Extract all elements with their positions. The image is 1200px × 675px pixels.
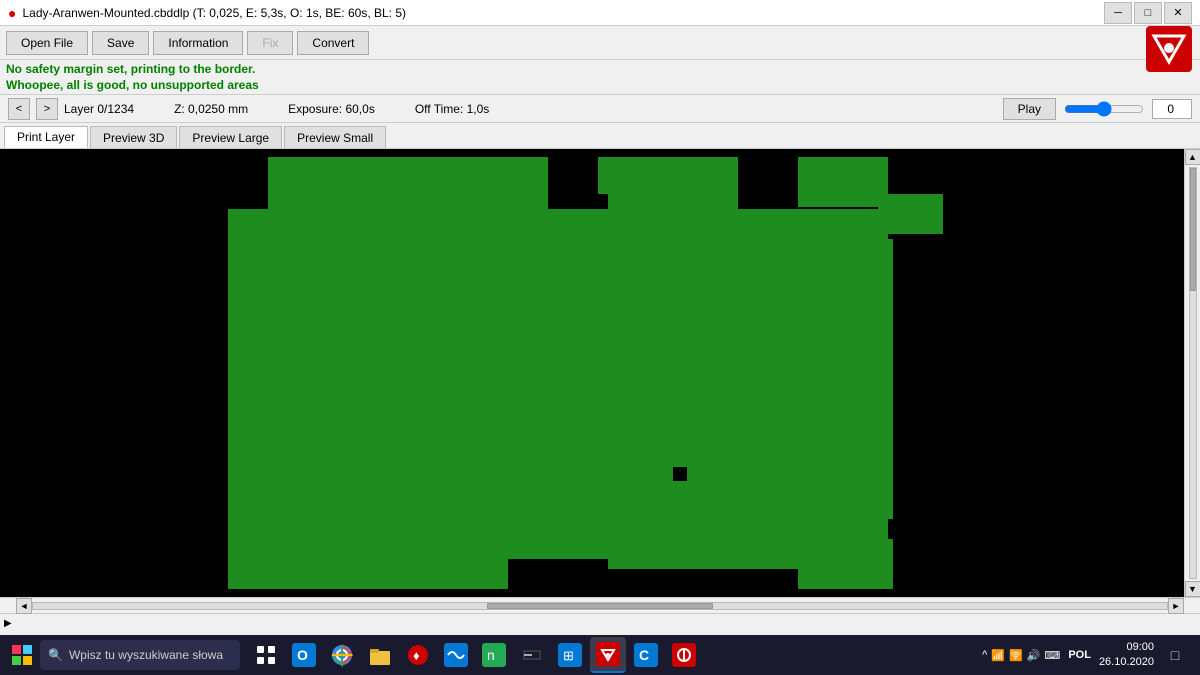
open-file-button[interactable]: Open File: [6, 31, 88, 55]
h-scroll-thumb[interactable]: [487, 603, 714, 609]
toolbar: Open File Save Information Fix Convert: [0, 26, 1200, 60]
layer-prev-button[interactable]: <: [8, 98, 30, 120]
h-scroll-track[interactable]: [32, 602, 1168, 610]
scroll-left-arrow[interactable]: ◄: [16, 598, 32, 614]
layer-label: Layer 0/1234: [64, 102, 134, 116]
layer-svg-precise: [0, 149, 1184, 597]
layer-slider[interactable]: [1064, 101, 1144, 117]
notification-button[interactable]: □: [1162, 642, 1188, 668]
app10-taskbar[interactable]: [590, 637, 626, 673]
convert-button[interactable]: Convert: [297, 31, 369, 55]
window-title: Lady-Aranwen-Mounted.cbddlp (T: 0,025, E…: [22, 6, 406, 20]
language-badge[interactable]: POL: [1068, 649, 1091, 661]
minimize-button[interactable]: ─: [1104, 2, 1132, 24]
save-button[interactable]: Save: [92, 31, 149, 55]
chrome-app[interactable]: [324, 637, 360, 673]
app8-taskbar[interactable]: [514, 637, 550, 673]
explorer-app[interactable]: [362, 637, 398, 673]
taskbar-search[interactable]: 🔍 Wpisz tu wyszukiwane słowa: [40, 640, 240, 670]
layer-next-button[interactable]: >: [36, 98, 58, 120]
information-button[interactable]: Information: [153, 31, 243, 55]
app5-taskbar[interactable]: ♦: [400, 637, 436, 673]
info-bar: No safety margin set, printing to the bo…: [0, 60, 1200, 95]
fix-button[interactable]: Fix: [247, 31, 293, 55]
scroll-up-arrow[interactable]: ▲: [1185, 149, 1200, 165]
app-icon: ●: [8, 5, 16, 21]
chevron-icon[interactable]: ^: [982, 649, 987, 661]
horizontal-scrollbar[interactable]: ◄ ►: [0, 597, 1200, 613]
app12-taskbar[interactable]: [666, 637, 702, 673]
layer-exposure: Exposure: 60,0s: [288, 102, 375, 116]
info-line-2: Whoopee, all is good, no unsupported are…: [6, 78, 1140, 92]
scroll-right-arrow[interactable]: ►: [1168, 598, 1184, 614]
tab-preview-small[interactable]: Preview Small: [284, 126, 386, 148]
taskview-button[interactable]: [248, 637, 284, 673]
tab-preview-large[interactable]: Preview Large: [179, 126, 282, 148]
app7-taskbar[interactable]: n: [476, 637, 512, 673]
volume-icon[interactable]: 🔊: [1027, 649, 1041, 662]
taskbar: 🔍 Wpisz tu wyszukiwane słowa O: [0, 635, 1200, 675]
app9-taskbar[interactable]: ⊞: [552, 637, 588, 673]
v-scroll-track[interactable]: [1189, 167, 1197, 579]
taskbar-apps: O ♦: [248, 637, 702, 673]
bottom-strip: ▶: [0, 613, 1200, 633]
search-text: Wpisz tu wyszukiwane słowa: [69, 648, 223, 662]
window-controls: ─ □ ✕: [1104, 2, 1192, 24]
outlook-app[interactable]: O: [286, 637, 322, 673]
svg-text:C: C: [639, 647, 649, 663]
taskbar-clock[interactable]: 09:00 26.10.2020: [1099, 640, 1154, 671]
keyboard-icon[interactable]: ⌨: [1044, 649, 1060, 662]
tabs: Print Layer Preview 3D Preview Large Pre…: [0, 123, 1200, 149]
v-scroll-thumb[interactable]: [1190, 168, 1196, 291]
maximize-button[interactable]: □: [1134, 2, 1162, 24]
taskbar-system-tray: ^ 📶 🛜 🔊 ⌨ POL 09:00 26.10.2020 □: [982, 640, 1196, 671]
layer-number-input[interactable]: [1152, 99, 1192, 119]
info-line-1: No safety margin set, printing to the bo…: [6, 62, 1140, 76]
app6-taskbar[interactable]: [438, 637, 474, 673]
close-button[interactable]: ✕: [1164, 2, 1192, 24]
vertical-scrollbar[interactable]: ▲ ▼: [1184, 149, 1200, 597]
brand-logo: [1146, 26, 1192, 72]
tab-print-layer[interactable]: Print Layer: [4, 126, 88, 148]
svg-text:O: O: [297, 647, 308, 663]
svg-text:♦: ♦: [413, 648, 420, 663]
clock-time: 09:00: [1099, 640, 1154, 655]
layer-z: Z: 0,0250 mm: [174, 102, 248, 116]
title-bar: ● Lady-Aranwen-Mounted.cbddlp (T: 0,025,…: [0, 0, 1200, 26]
system-icons: ^ 📶 🛜 🔊 ⌨: [982, 649, 1060, 662]
search-icon: 🔍: [48, 648, 63, 662]
app11-taskbar[interactable]: C: [628, 637, 664, 673]
svg-text:⊞: ⊞: [563, 648, 574, 663]
play-button[interactable]: Play: [1003, 98, 1056, 120]
bottom-arrow[interactable]: ▶: [4, 618, 12, 629]
clock-date: 26.10.2020: [1099, 655, 1154, 670]
layer-off-time: Off Time: 1,0s: [415, 102, 489, 116]
network-icon[interactable]: 📶: [991, 649, 1005, 662]
scroll-down-arrow[interactable]: ▼: [1185, 581, 1200, 597]
svg-text:n: n: [487, 647, 495, 663]
start-button[interactable]: [4, 637, 40, 673]
layer-bar: < > Layer 0/1234 Z: 0,0250 mm Exposure: …: [0, 95, 1200, 123]
canvas-area: ▲ ▼: [0, 149, 1200, 597]
tab-preview-3d[interactable]: Preview 3D: [90, 126, 177, 148]
slider-container: [1064, 101, 1144, 117]
wifi-icon[interactable]: 🛜: [1009, 649, 1023, 662]
